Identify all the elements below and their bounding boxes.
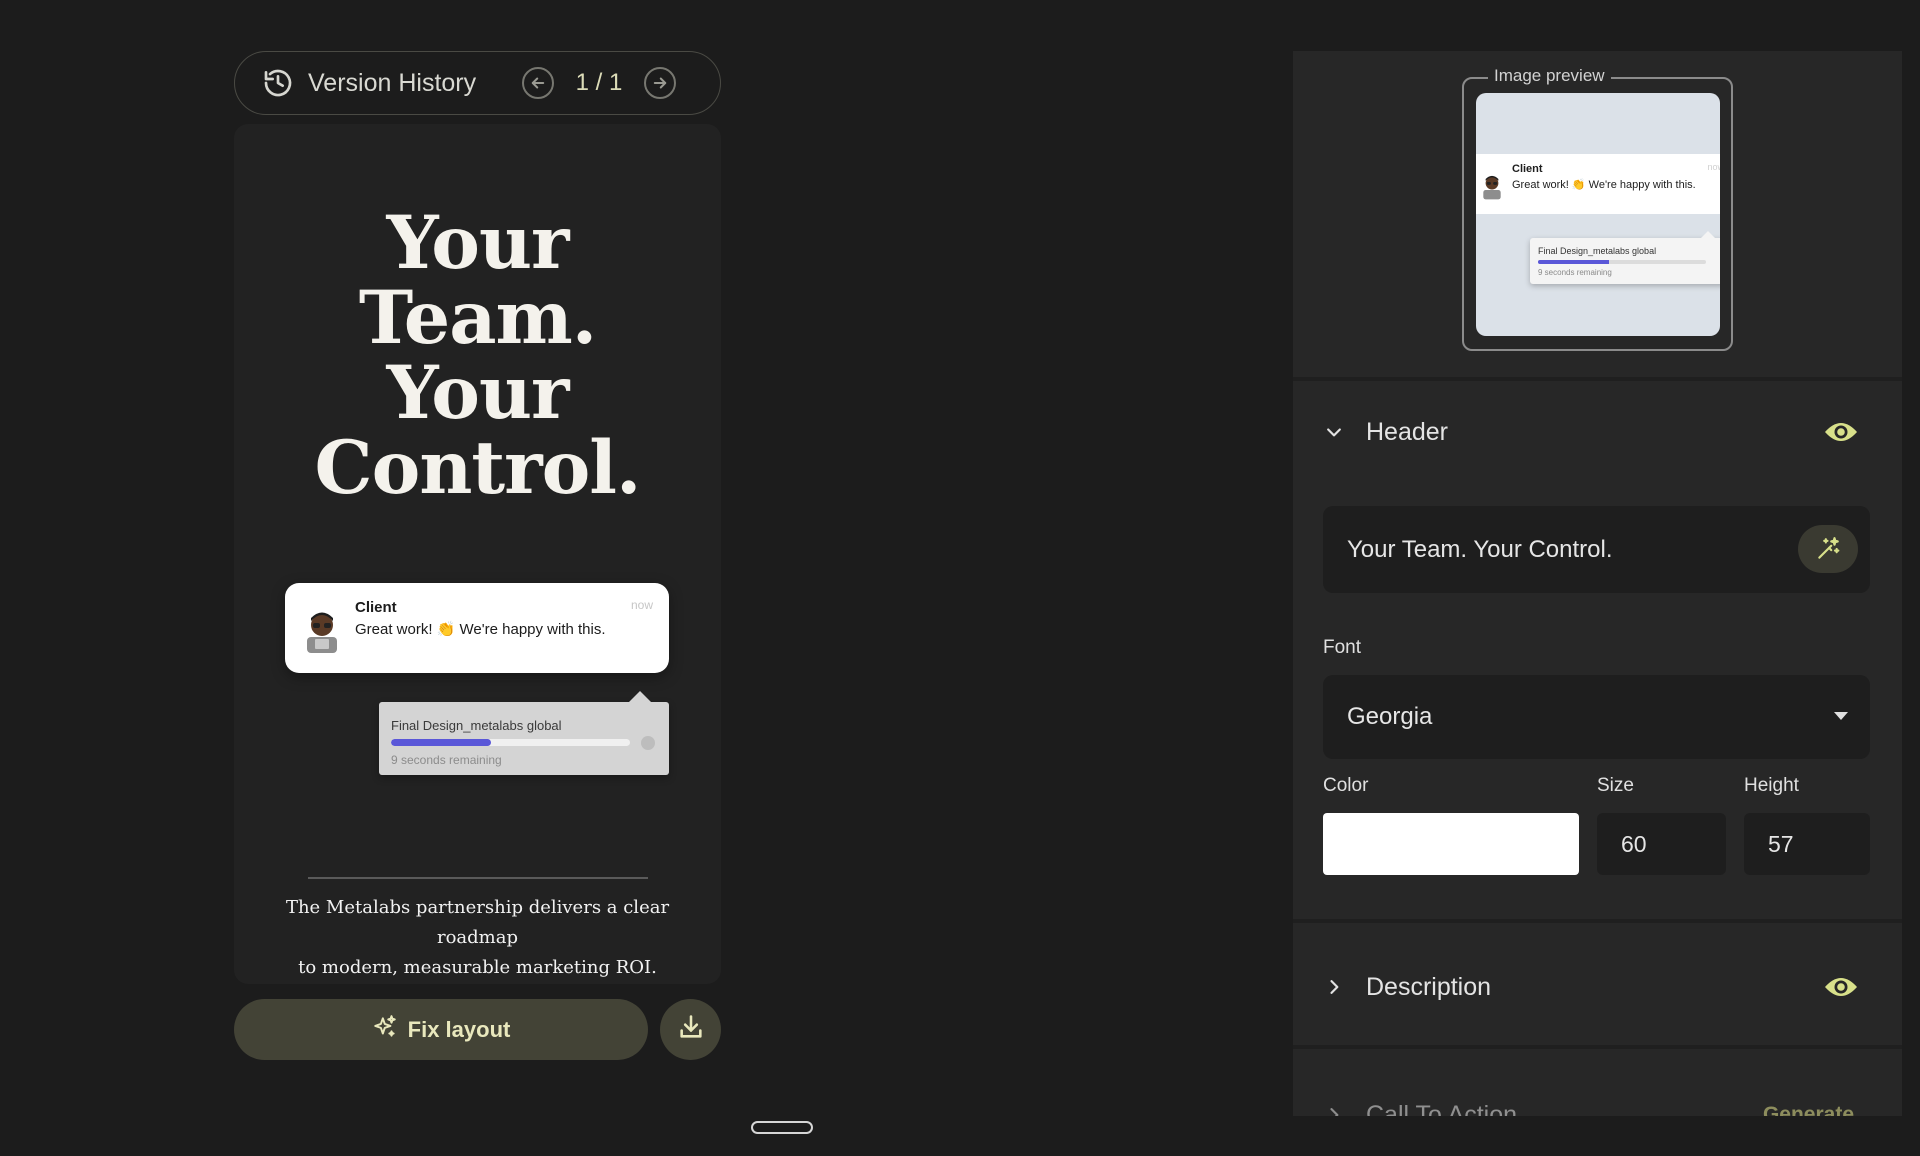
call-to-action-section: Call To Action Generate bbox=[1293, 1053, 1902, 1116]
design-preview-canvas: Your Team. Your Control. Client Great wo… bbox=[234, 124, 721, 984]
version-history-title: Version History bbox=[308, 68, 477, 97]
notification-card: Client Great work! 👏 We're happy with th… bbox=[285, 583, 669, 673]
download-button[interactable] bbox=[660, 999, 721, 1060]
header-section-row[interactable]: Header bbox=[1293, 412, 1902, 452]
chevron-down-icon[interactable] bbox=[1323, 421, 1345, 443]
description-section-title: Description bbox=[1366, 972, 1492, 1001]
font-select[interactable]: Georgia bbox=[1323, 675, 1870, 759]
avatar bbox=[1481, 172, 1503, 200]
image-preview-frame: Image preview Client Great work! 👏 We're… bbox=[1462, 66, 1733, 351]
description-section: Description bbox=[1293, 927, 1902, 1049]
eye-icon[interactable] bbox=[1823, 419, 1859, 445]
preview-notification-message: Great work! 👏 We're happy with this. bbox=[1512, 179, 1696, 191]
avatar bbox=[303, 607, 341, 653]
preview-upload-remaining: 9 seconds remaining bbox=[1538, 268, 1612, 277]
headline-line: Your bbox=[386, 200, 570, 286]
font-select-value: Georgia bbox=[1347, 703, 1433, 730]
height-input[interactable]: 57 bbox=[1744, 813, 1870, 875]
headline-line: Your bbox=[386, 350, 570, 436]
image-preview-section: Image preview Client Great work! 👏 We're… bbox=[1293, 51, 1902, 381]
notification-message: Great work! 👏 We're happy with this. bbox=[355, 621, 606, 638]
download-icon bbox=[677, 1013, 705, 1046]
preview-notification-title: Client bbox=[1512, 163, 1543, 175]
preview-notification-card: Client Great work! 👏 We're happy with th… bbox=[1476, 154, 1720, 214]
version-history-bar: Version History 1 / 1 bbox=[234, 51, 721, 115]
size-input[interactable]: 60 bbox=[1597, 813, 1726, 875]
description-section-row[interactable]: Description bbox=[1293, 967, 1902, 1007]
upload-progress-bar bbox=[391, 739, 630, 746]
fix-layout-label: Fix layout bbox=[407, 1016, 511, 1042]
description-line: The Metalabs partnership delivers a clea… bbox=[285, 897, 670, 948]
headline-line: Team. bbox=[358, 275, 597, 361]
magic-rewrite-button[interactable] bbox=[1798, 525, 1858, 573]
preview-upload-progress-bar bbox=[1538, 260, 1706, 264]
color-picker[interactable] bbox=[1323, 813, 1579, 875]
upload-file-name: Final Design_metalabs global bbox=[391, 718, 562, 733]
next-version-button[interactable] bbox=[644, 67, 676, 99]
dropdown-caret-icon bbox=[1834, 712, 1848, 720]
preview-notification-time: now bbox=[1707, 162, 1720, 172]
sparkle-icon bbox=[372, 1014, 398, 1046]
generate-button[interactable]: Generate bbox=[1763, 1103, 1854, 1116]
upload-time-remaining: 9 seconds remaining bbox=[391, 753, 502, 767]
header-text-input[interactable]: Your Team. Your Control. bbox=[1323, 506, 1870, 593]
headline-line: Control. bbox=[314, 425, 642, 511]
preview-upload-file-name: Final Design_metalabs global bbox=[1538, 246, 1657, 256]
header-section: Header Your Team. Your Control. Font Geo… bbox=[1293, 385, 1902, 923]
history-icon[interactable] bbox=[261, 66, 295, 100]
color-label: Color bbox=[1323, 775, 1369, 796]
height-label: Height bbox=[1744, 775, 1799, 796]
call-to-action-section-row[interactable]: Call To Action Generate bbox=[1293, 1095, 1902, 1116]
header-text-value: Your Team. Your Control. bbox=[1347, 535, 1613, 563]
headline[interactable]: Your Team. Your Control. bbox=[234, 206, 721, 506]
size-label: Size bbox=[1597, 775, 1634, 796]
image-preview-thumbnail: Client Great work! 👏 We're happy with th… bbox=[1476, 93, 1720, 336]
size-value: 60 bbox=[1621, 830, 1647, 857]
fix-layout-button[interactable]: Fix layout bbox=[234, 999, 648, 1060]
notification-time: now bbox=[630, 598, 653, 612]
preview-upload-card: Final Design_metalabs global 9 seconds r… bbox=[1530, 231, 1720, 284]
eye-icon[interactable] bbox=[1823, 974, 1859, 1000]
divider bbox=[308, 877, 648, 879]
previous-version-button[interactable] bbox=[522, 67, 554, 99]
app-screen: Version History 1 / 1 Your Team. Your Co… bbox=[0, 0, 1920, 1156]
magic-wand-icon bbox=[1818, 537, 1840, 559]
upload-progress-card: Final Design_metalabs global 9 seconds r… bbox=[379, 691, 669, 775]
height-value: 57 bbox=[1768, 830, 1794, 857]
properties-panel: Image preview Client Great work! 👏 We're… bbox=[1293, 51, 1902, 1116]
image-preview-label: Image preview bbox=[1488, 66, 1611, 86]
font-label: Font bbox=[1323, 637, 1362, 658]
close-icon bbox=[641, 736, 655, 750]
notification-title: Client bbox=[355, 599, 397, 616]
home-indicator[interactable] bbox=[751, 1121, 813, 1134]
chevron-right-icon[interactable] bbox=[1323, 1104, 1345, 1116]
call-to-action-section-title: Call To Action bbox=[1366, 1100, 1518, 1117]
header-section-title: Header bbox=[1366, 417, 1448, 446]
upload-progress-fill bbox=[391, 739, 492, 746]
preview-upload-progress-fill bbox=[1538, 260, 1609, 264]
description-line: to modern, measurable marketing ROI. bbox=[298, 957, 657, 978]
chevron-right-icon[interactable] bbox=[1323, 976, 1345, 998]
version-counter: 1 / 1 bbox=[575, 69, 623, 96]
description-text[interactable]: The Metalabs partnership delivers a clea… bbox=[254, 893, 701, 983]
